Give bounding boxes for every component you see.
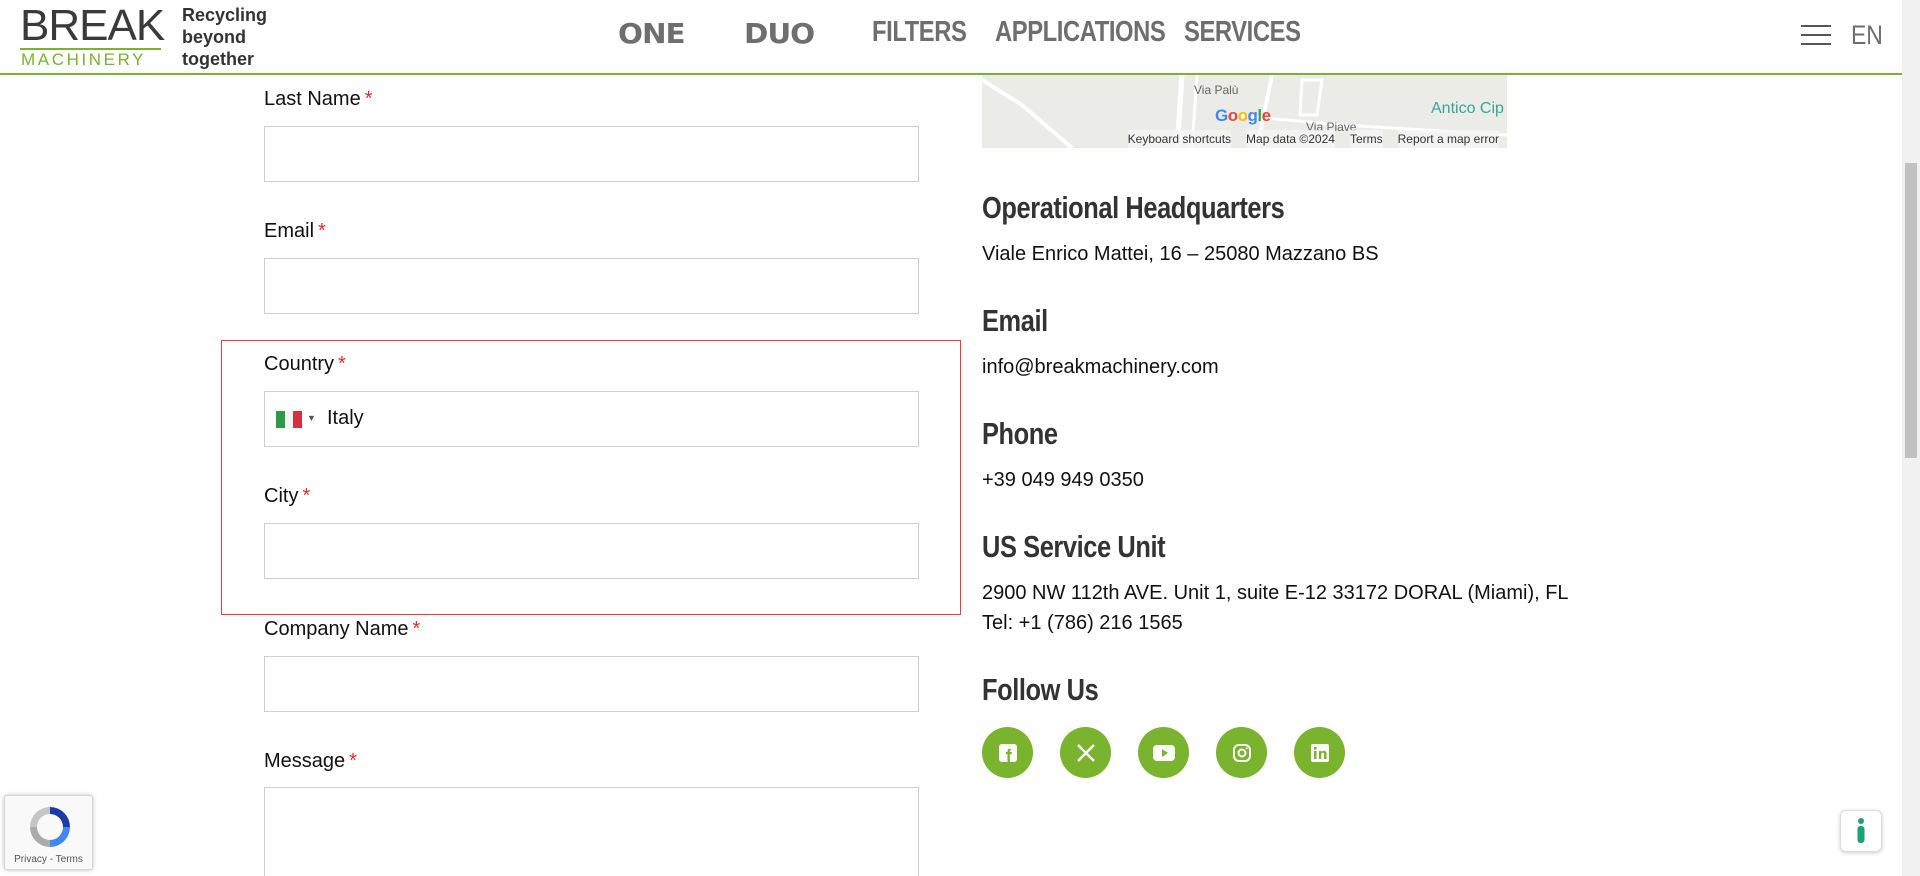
instagram-icon[interactable] bbox=[1216, 727, 1267, 778]
logo-subtitle: MACHINERY bbox=[21, 50, 147, 69]
youtube-icon[interactable] bbox=[1138, 727, 1189, 778]
email-link[interactable]: info@breakmachinery.com bbox=[982, 356, 1219, 379]
site-header: BREAK MACHINERY Recycling beyond togethe… bbox=[0, 0, 1902, 75]
google-map[interactable]: Via Palù Via Piave Antico Cip Google Key… bbox=[982, 75, 1507, 148]
recaptcha-terms[interactable]: Privacy - Terms bbox=[5, 854, 92, 865]
logo-wordmark: BREAK bbox=[20, 1, 165, 50]
map-street-label: Via Palù bbox=[1194, 83, 1239, 97]
email-input[interactable] bbox=[264, 258, 919, 314]
social-links bbox=[982, 727, 1345, 778]
accessibility-icon[interactable] bbox=[1840, 810, 1882, 852]
message-textarea[interactable] bbox=[264, 787, 919, 876]
language-selector[interactable]: EN bbox=[1851, 20, 1883, 51]
break-machinery-logo[interactable]: BREAK MACHINERY bbox=[20, 1, 165, 69]
hq-heading: Operational Headquarters bbox=[982, 190, 1285, 225]
required-mark: * bbox=[338, 353, 346, 375]
scrollbar-thumb[interactable] bbox=[1905, 163, 1917, 458]
recaptcha-icon bbox=[30, 807, 70, 847]
map-report-error-link[interactable]: Report a map error bbox=[1397, 130, 1499, 148]
company-name-input[interactable] bbox=[264, 656, 919, 712]
required-mark: * bbox=[318, 220, 326, 242]
map-poi-label[interactable]: Antico Cip bbox=[1431, 100, 1504, 118]
nav-applications[interactable]: APPLICATIONS bbox=[995, 16, 1166, 49]
city-label: City * bbox=[264, 485, 311, 507]
required-mark: * bbox=[364, 88, 373, 110]
tagline-line-2: beyond bbox=[182, 27, 247, 47]
x-twitter-icon[interactable] bbox=[1060, 727, 1111, 778]
nav-filters[interactable]: FILTERS bbox=[872, 16, 967, 49]
country-label: Country * bbox=[264, 353, 346, 375]
email-heading: Email bbox=[982, 303, 1048, 338]
phone-link[interactable]: +39 049 949 0350 bbox=[982, 469, 1144, 492]
company-name-label: Company Name * bbox=[264, 618, 421, 640]
follow-us-heading: Follow Us bbox=[982, 672, 1099, 707]
tagline: Recycling beyond together bbox=[182, 4, 267, 70]
email-label: Email * bbox=[264, 220, 326, 242]
message-label: Message * bbox=[264, 750, 357, 772]
facebook-icon[interactable] bbox=[982, 727, 1033, 778]
us-tel[interactable]: Tel: +1 (786) 216 1565 bbox=[982, 612, 1183, 635]
tagline-line-1: Recycling bbox=[182, 5, 268, 25]
nav-duo[interactable]: DUO bbox=[744, 17, 815, 50]
recaptcha-badge[interactable]: Privacy - Terms bbox=[4, 795, 93, 870]
last-name-label: Last Name * bbox=[264, 88, 373, 110]
google-logo: Google bbox=[1215, 106, 1271, 125]
linkedin-icon[interactable] bbox=[1294, 727, 1345, 778]
hq-address: Viale Enrico Mattei, 16 – 25080 Mazzano … bbox=[982, 243, 1379, 265]
country-select[interactable]: ▼ Italy bbox=[264, 391, 919, 447]
required-mark: * bbox=[349, 750, 357, 772]
map-keyboard-shortcuts-link[interactable]: Keyboard shortcuts bbox=[1127, 130, 1232, 148]
us-service-heading: US Service Unit bbox=[982, 529, 1166, 564]
map-footer: Keyboard shortcuts Map data ©2024 Terms … bbox=[982, 130, 1507, 148]
country-value: Italy bbox=[327, 407, 364, 429]
required-mark: * bbox=[302, 485, 311, 507]
hamburger-icon[interactable] bbox=[1801, 25, 1831, 47]
chevron-down-icon[interactable]: ▼ bbox=[307, 413, 316, 423]
nav-one[interactable]: ONE bbox=[618, 17, 686, 50]
map-terms-link[interactable]: Terms bbox=[1349, 130, 1383, 148]
nav-services[interactable]: SERVICES bbox=[1184, 16, 1301, 49]
us-address: 2900 NW 112th AVE. Unit 1, suite E-12 33… bbox=[982, 582, 1569, 604]
phone-heading: Phone bbox=[982, 416, 1058, 451]
page-scrollbar[interactable] bbox=[1902, 0, 1920, 876]
tagline-line-3: together bbox=[182, 49, 254, 69]
city-input[interactable] bbox=[264, 523, 919, 579]
italy-flag-icon[interactable] bbox=[276, 411, 303, 428]
map-data-text: Map data ©2024 bbox=[1246, 130, 1335, 148]
required-mark: * bbox=[412, 618, 421, 640]
last-name-input[interactable] bbox=[264, 126, 919, 182]
